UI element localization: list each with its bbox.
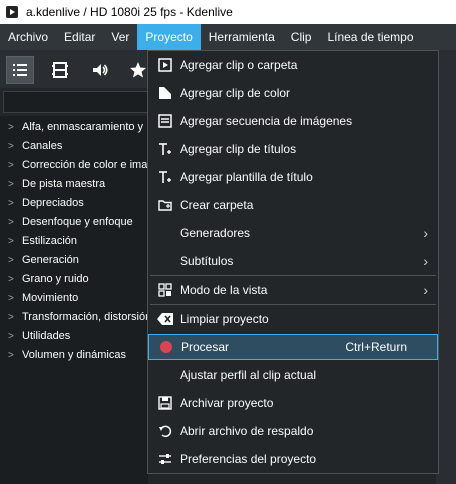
menu-item-preferencias[interactable]: Preferencias del proyecto — [148, 446, 438, 472]
tree-item[interactable]: > Volumen y dinámicas — [8, 346, 126, 365]
chevron-right-icon: > — [8, 217, 14, 228]
project-menu: Agregar clip o carpeta Agregar clip de c… — [147, 50, 439, 474]
view-mode-icon — [156, 281, 174, 299]
image-sequence-icon — [156, 112, 174, 130]
backup-icon — [156, 422, 174, 440]
menu-ver[interactable]: Ver — [103, 24, 137, 50]
menu-separator — [150, 304, 436, 305]
menu-item-generadores[interactable]: Generadores › — [148, 220, 438, 246]
effects-search-input[interactable] — [3, 91, 151, 113]
title-clip-icon — [156, 140, 174, 158]
chevron-right-icon: > — [8, 274, 14, 285]
chevron-right-icon: › — [423, 282, 428, 298]
menu-item-crear-carpeta[interactable]: Crear carpeta — [148, 192, 438, 218]
archive-icon — [156, 394, 174, 412]
menu-linea-de-tiempo[interactable]: Línea de tiempo — [319, 24, 421, 50]
chevron-right-icon: > — [8, 160, 14, 171]
chevron-right-icon: > — [8, 236, 14, 247]
list-view-button[interactable] — [6, 56, 34, 84]
menu-proyecto[interactable]: Proyecto — [137, 24, 201, 50]
color-clip-icon — [156, 84, 174, 102]
menu-item-abrir-respaldo[interactable]: Abrir archivo de respaldo — [148, 418, 438, 444]
chevron-right-icon: > — [8, 293, 14, 304]
effects-tree: > Alfa, enmascaramiento y > Canales > Corre… — [0, 116, 153, 484]
title-bar: a.kdenlive / HD 1080i 25 fps - Kdenlive — [0, 0, 456, 24]
title-template-icon — [156, 168, 174, 186]
folder-icon — [156, 196, 174, 214]
audio-effects-button[interactable] — [86, 56, 114, 84]
tree-item[interactable]: > Utilidades — [8, 327, 70, 346]
list-icon — [13, 64, 27, 76]
menu-herramienta[interactable]: Herramienta — [201, 24, 283, 50]
menu-item-agregar-clip-titulos[interactable]: Agregar clip de títulos — [148, 136, 438, 162]
menu-archivo[interactable]: Archivo — [0, 24, 56, 50]
menu-item-agregar-secuencia[interactable]: Agregar secuencia de imágenes — [148, 108, 438, 134]
tree-item[interactable]: > Depreciados — [8, 194, 84, 213]
chevron-right-icon: > — [8, 198, 14, 209]
chevron-right-icon: > — [8, 141, 14, 152]
chevron-right-icon: > — [8, 122, 14, 133]
background-panel — [436, 50, 456, 484]
video-effects-button[interactable] — [46, 56, 74, 84]
chevron-right-icon: › — [423, 225, 428, 241]
tree-item[interactable]: > Desenfoque y enfoque — [8, 213, 133, 232]
menu-item-subtitulos[interactable]: Subtítulos › — [148, 248, 438, 274]
menu-separator — [150, 275, 436, 276]
menu-item-agregar-clip-color[interactable]: Agregar clip de color — [148, 80, 438, 106]
kdenlive-icon — [6, 6, 18, 18]
menu-item-agregar-plantilla[interactable]: Agregar plantilla de título — [148, 164, 438, 190]
effects-toolbar — [0, 50, 148, 88]
tree-item[interactable]: > Movimiento — [8, 289, 78, 308]
window-title: a.kdenlive / HD 1080i 25 fps - Kdenlive — [26, 5, 233, 19]
tree-item[interactable]: > Canales — [8, 137, 62, 156]
chevron-right-icon: > — [8, 312, 14, 323]
chevron-right-icon: › — [423, 253, 428, 269]
tree-item[interactable]: > Grano y ruido — [8, 270, 89, 289]
chevron-right-icon: > — [8, 255, 14, 266]
menu-item-archivar[interactable]: Archivar proyecto — [148, 390, 438, 416]
tree-item[interactable]: > Transformación, distorsión — [8, 308, 151, 327]
chevron-right-icon: > — [8, 350, 14, 361]
menu-bar: Archivo Editar Ver Proyecto Herramienta … — [0, 24, 456, 50]
star-icon — [130, 62, 146, 78]
tree-item[interactable]: > Corrección de color e imag — [8, 156, 153, 175]
tree-item[interactable]: > Alfa, enmascaramiento y — [8, 118, 143, 137]
tree-item[interactable]: > De pista maestra — [8, 175, 105, 194]
add-clip-icon — [156, 56, 174, 74]
menu-item-ajustar-perfil[interactable]: Ajustar perfil al clip actual — [148, 362, 438, 388]
clear-icon — [156, 310, 174, 328]
settings-icon — [156, 450, 174, 468]
menu-item-limpiar[interactable]: Limpiar proyecto — [148, 306, 438, 332]
menu-item-agregar-clip[interactable]: Agregar clip o carpeta — [148, 52, 438, 78]
menu-item-modo-vista[interactable]: Modo de la vista › — [148, 277, 438, 303]
chevron-right-icon: > — [8, 179, 14, 190]
render-icon — [157, 338, 175, 356]
tree-item[interactable]: > Estilización — [8, 232, 77, 251]
speaker-icon — [93, 64, 108, 76]
menu-editar[interactable]: Editar — [56, 24, 103, 50]
menu-clip[interactable]: Clip — [283, 24, 320, 50]
menu-item-procesar[interactable]: Procesar Ctrl+Return — [148, 334, 438, 360]
tree-item[interactable]: > Generación — [8, 251, 79, 270]
shortcut-label: Ctrl+Return — [345, 340, 407, 354]
chevron-right-icon: > — [8, 331, 14, 342]
film-icon — [52, 62, 68, 78]
